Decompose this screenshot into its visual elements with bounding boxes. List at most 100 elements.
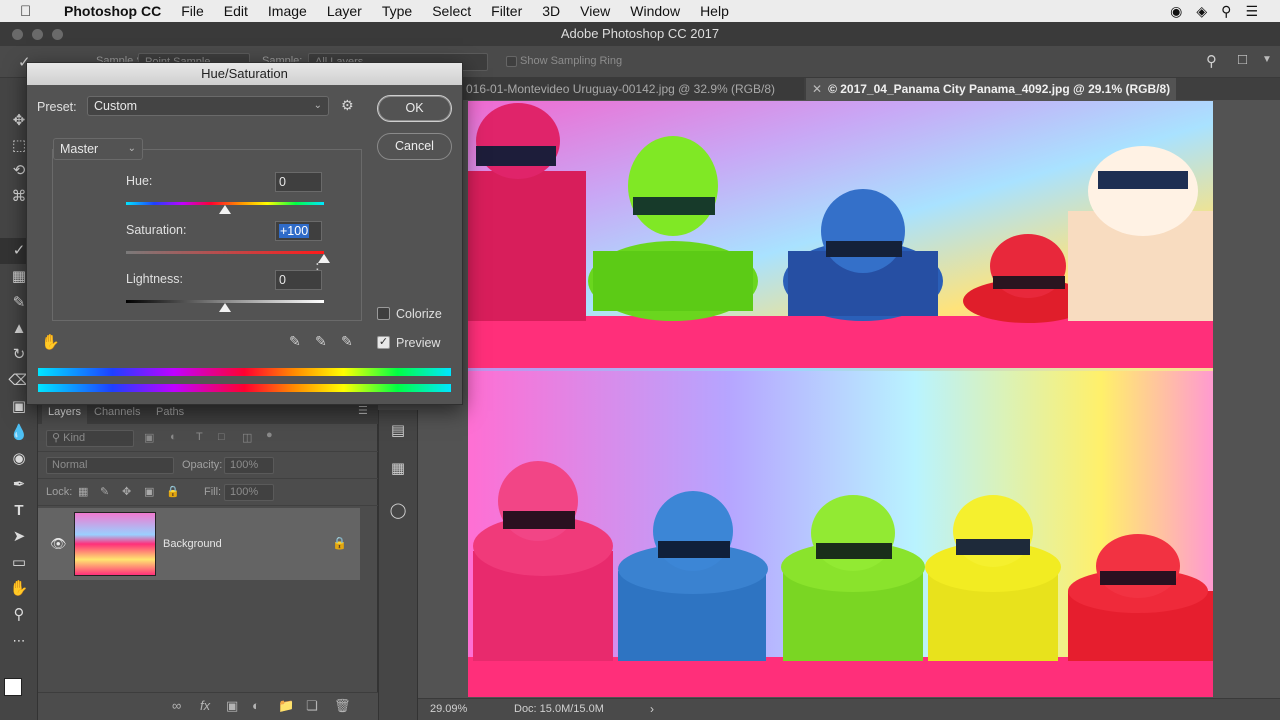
channel-select[interactable]: Master ⌄ — [53, 138, 143, 160]
colorize-checkbox[interactable] — [377, 307, 390, 320]
menu-view[interactable]: View — [570, 3, 620, 19]
tab-panama[interactable]: ✕ © 2017_04_Panama City Panama_4092.jpg @… — [806, 78, 1176, 100]
lock-pixels-icon[interactable]: ✎ — [100, 485, 109, 498]
menu-list-icon[interactable]: ☰ — [1245, 3, 1258, 20]
menu-window[interactable]: Window — [620, 3, 690, 19]
subtract-from-sample-eyedropper-icon[interactable]: ✎ — [341, 333, 353, 350]
blur-tool-icon[interactable]: 💧 — [0, 420, 38, 446]
saturation-value-field[interactable]: +100 — [275, 221, 322, 241]
new-group-icon[interactable]: 📁 — [278, 698, 294, 714]
menu-edit[interactable]: Edit — [214, 3, 258, 19]
grid-panel-icon[interactable]: ▦ — [387, 458, 409, 480]
hue-slider-thumb[interactable] — [219, 205, 231, 214]
lock-transparency-icon[interactable]: ▦ — [78, 485, 88, 498]
lightness-label: Lightness: — [126, 272, 183, 286]
zoom-tool-icon[interactable]: ⚲ — [0, 602, 38, 628]
menu-app-name[interactable]: Photoshop CC — [54, 3, 171, 19]
opacity-field[interactable]: 100% — [224, 457, 274, 474]
zoom-level[interactable]: 29.09% — [430, 703, 467, 715]
saturation-slider-track[interactable] — [126, 251, 324, 254]
chevron-right-icon[interactable]: › — [650, 702, 654, 716]
rectangle-tool-icon[interactable]: ▭ — [0, 550, 38, 576]
hats-photo — [468, 101, 1213, 697]
add-to-sample-eyedropper-icon[interactable]: ✎ — [315, 333, 327, 350]
adjustment-filter-icon[interactable]: ◐ — [170, 431, 177, 443]
preset-options-gear-icon[interactable]: ⚙ — [341, 97, 354, 114]
pixel-filter-icon[interactable]: ▣ — [144, 431, 154, 444]
layer-kind-filter[interactable]: ⚲ Kind — [46, 430, 134, 447]
type-filter-icon[interactable]: T — [196, 431, 203, 443]
wifi-icon[interactable]: ◈ — [1196, 3, 1207, 20]
panel-dock-strip: ▤ ▦ ◯ — [378, 410, 418, 720]
menu-select[interactable]: Select — [422, 3, 481, 19]
lock-artboard-icon[interactable]: ▣ — [144, 485, 154, 498]
layer-thumbnail — [74, 512, 156, 576]
close-window-button[interactable] — [12, 29, 23, 40]
menu-type[interactable]: Type — [372, 3, 422, 19]
preview-checkbox[interactable]: ✓ — [377, 336, 390, 349]
layer-name[interactable]: Background — [163, 538, 222, 550]
lock-position-icon[interactable]: ✥ — [122, 485, 131, 498]
blend-mode-select[interactable]: Normal — [46, 457, 174, 474]
zoom-window-button[interactable] — [52, 29, 63, 40]
properties-panel-icon[interactable]: ▤ — [387, 420, 409, 442]
menu-help[interactable]: Help — [690, 3, 739, 19]
lightness-slider-thumb[interactable] — [219, 303, 231, 312]
opacity-label: Opacity: — [182, 459, 223, 471]
cancel-button[interactable]: Cancel — [377, 133, 452, 160]
type-tool-icon[interactable]: T — [0, 498, 38, 524]
libraries-panel-icon[interactable]: ◯ — [387, 500, 409, 522]
lightness-value-field[interactable]: 0 — [275, 270, 322, 290]
close-tab-icon[interactable]: ✕ — [812, 82, 822, 96]
layer-lock-icon: 🔒 — [332, 536, 347, 550]
delete-layer-icon[interactable]: 🗑 — [334, 698, 351, 714]
eye-visibility-icon[interactable]: 👁 — [50, 536, 67, 552]
link-layers-icon[interactable]: ∞ — [172, 698, 181, 713]
layers-footer-toolbar: ∞ fx ▣ ◐ 📁 ❏ 🗑 — [38, 692, 378, 720]
targeted-adjustment-hand-icon[interactable]: ✋ — [41, 333, 60, 351]
menu-3d[interactable]: 3D — [532, 3, 570, 19]
layer-style-fx-icon[interactable]: fx — [200, 698, 210, 713]
workspace-icon[interactable]: □ — [1238, 51, 1247, 68]
window-title-bar: Adobe Photoshop CC 2017 — [0, 22, 1280, 46]
preset-value: Custom — [94, 99, 138, 113]
pen-tool-icon[interactable]: ✒ — [0, 472, 38, 498]
path-selection-tool-icon[interactable]: ➤ — [0, 524, 38, 550]
search-icon[interactable]: ⚲ — [1206, 52, 1217, 70]
minimize-window-button[interactable] — [32, 29, 43, 40]
new-layer-icon[interactable]: ❏ — [306, 698, 318, 714]
foreground-color-swatch[interactable] — [4, 678, 22, 696]
document-canvas[interactable] — [468, 101, 1213, 697]
panel-menu-icon[interactable]: ☰ — [358, 404, 368, 417]
colorize-label: Colorize — [396, 307, 442, 321]
fill-field[interactable]: 100% — [224, 484, 274, 501]
ok-button[interactable]: OK — [377, 95, 452, 122]
creative-cloud-icon[interactable]: ◉ — [1170, 3, 1182, 20]
hand-tool-icon[interactable]: ✋ — [0, 576, 38, 602]
more-tools-icon[interactable]: ⋯ — [0, 628, 38, 654]
hue-value-field[interactable]: 0 — [275, 172, 322, 192]
layer-row-background[interactable]: 👁 Background 🔒 — [38, 508, 360, 580]
input-color-bar — [38, 368, 451, 376]
shape-filter-icon[interactable]: □ — [218, 431, 225, 443]
chevron-down-icon[interactable]: ▼ — [1262, 54, 1272, 65]
eyedropper-icon[interactable]: ✎ — [289, 333, 301, 350]
add-mask-icon[interactable]: ▣ — [226, 698, 238, 714]
smart-object-filter-icon[interactable]: ◫ — [242, 431, 252, 444]
preview-label: Preview — [396, 336, 441, 350]
menu-file[interactable]: File — [171, 3, 214, 19]
menu-layer[interactable]: Layer — [317, 3, 372, 19]
dodge-tool-icon[interactable]: ◉ — [0, 446, 38, 472]
menu-image[interactable]: Image — [258, 3, 317, 19]
show-sampling-ring-checkbox[interactable] — [506, 56, 517, 67]
canvas-area[interactable] — [460, 100, 1280, 698]
lock-all-icon[interactable]: 🔒 — [166, 485, 180, 498]
tab-montevideo[interactable]: 016-01-Montevideo Uruguay-00142.jpg @ 32… — [460, 78, 804, 100]
apple-icon[interactable]:  — [20, 3, 40, 20]
filter-toggle-icon[interactable]: ● — [266, 429, 273, 441]
menu-filter[interactable]: Filter — [481, 3, 532, 19]
output-color-bar — [38, 384, 451, 392]
search-icon[interactable]: ⚲ — [1221, 3, 1231, 20]
adjustment-layer-icon[interactable]: ◐ — [252, 698, 260, 713]
preset-select[interactable]: Custom ⌄ — [87, 96, 329, 116]
